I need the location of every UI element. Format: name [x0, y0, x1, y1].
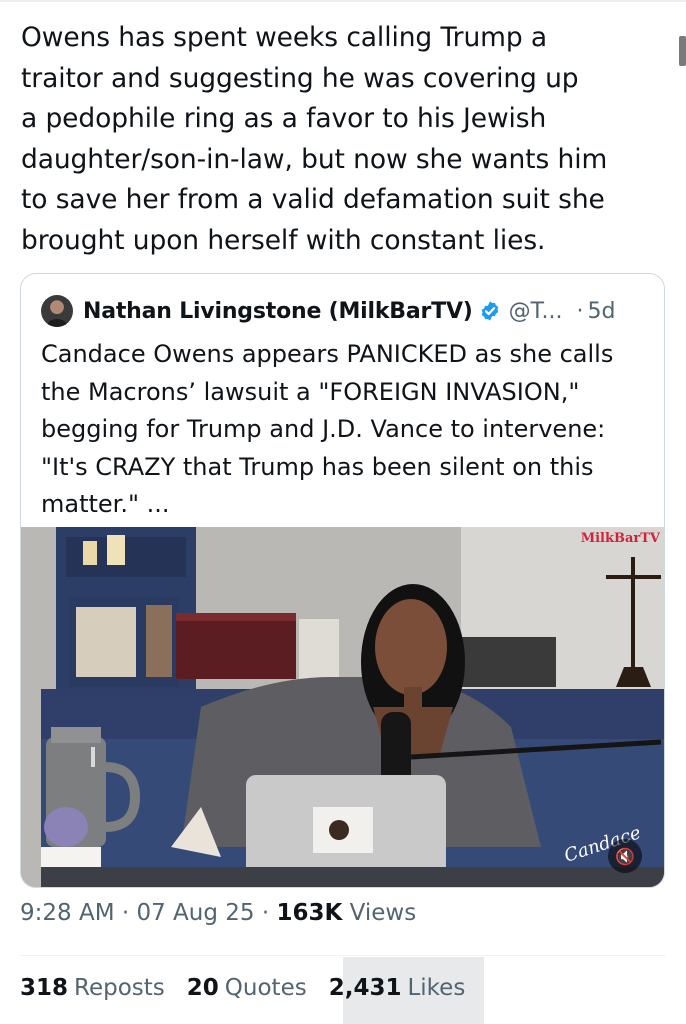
divider: [20, 955, 666, 956]
likes-stat[interactable]: 2,431 Likes: [329, 975, 466, 1001]
quotes-label: Quotes: [224, 975, 307, 1001]
tweet-meta: 9:28 AM · 07 Aug 25 · 163K Views: [20, 900, 416, 926]
tweet-time[interactable]: 9:28 AM: [20, 900, 115, 926]
author-handle[interactable]: @T...: [509, 299, 563, 324]
post-age[interactable]: 5d: [587, 299, 615, 324]
tweet-text: Owens has spent weeks calling Trump a tr…: [21, 22, 608, 256]
views-count: 163K: [276, 900, 343, 926]
video-player[interactable]: MilkBarTV Candace 🔇: [21, 527, 664, 887]
video-frame: [21, 527, 664, 887]
quoted-tweet-card[interactable]: Nathan Livingstone (MilkBarTV) @T... · 5…: [20, 273, 665, 888]
quotes-stat[interactable]: 20 Quotes: [187, 975, 307, 1001]
author-avatar[interactable]: [41, 295, 73, 327]
quoted-tweet-header: Nathan Livingstone (MilkBarTV) @T... · 5…: [41, 294, 650, 328]
speaker-muted-icon[interactable]: 🔇: [608, 839, 642, 873]
video-watermark: MilkBarTV: [580, 531, 660, 546]
reposts-count: 318: [20, 975, 69, 1001]
views-label: Views: [349, 900, 417, 926]
quoted-tweet-text: Candace Owens appears PANICKED as she ca…: [41, 340, 614, 518]
likes-count: 2,431: [328, 975, 402, 1001]
meta-separator: ·: [121, 900, 130, 926]
quotes-count: 20: [186, 975, 219, 1001]
author-name[interactable]: Nathan Livingstone (MilkBarTV): [83, 299, 473, 324]
reposts-stat[interactable]: 318 Reposts: [20, 975, 165, 1001]
verified-badge-icon: [481, 301, 498, 321]
meta-separator: ·: [261, 900, 270, 926]
scrollbar-thumb[interactable]: [679, 36, 686, 66]
likes-label: Likes: [407, 975, 466, 1001]
tweet-stats: 318 Reposts 20 Quotes 2,431 Likes: [20, 975, 487, 1001]
header-separator: ·: [576, 298, 584, 324]
reposts-label: Reposts: [74, 975, 165, 1001]
top-divider: [0, 0, 686, 2]
tweet-date[interactable]: 07 Aug 25: [136, 900, 254, 926]
